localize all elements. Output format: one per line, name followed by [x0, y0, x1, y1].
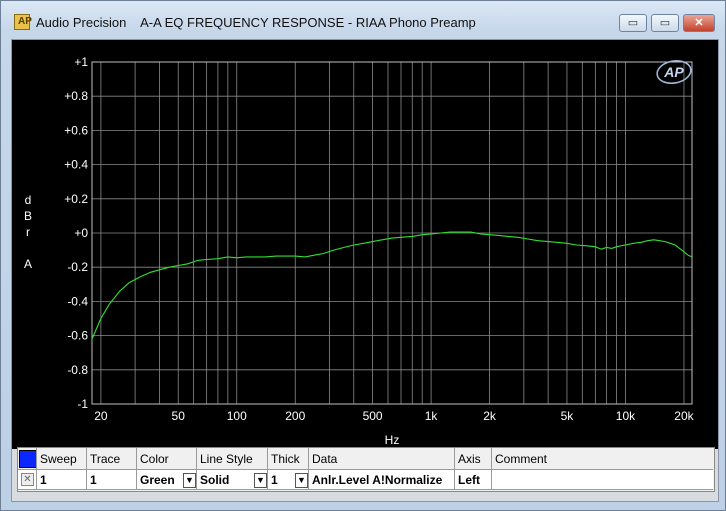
x-tick-label: 100 — [227, 409, 247, 423]
header-data[interactable]: Data — [309, 448, 455, 470]
y-tick-label: -0.6 — [67, 329, 88, 343]
y-tick-label: -0.8 — [67, 363, 88, 377]
header-thick[interactable]: Thick — [268, 448, 309, 470]
y-tick-label: +0.6 — [64, 123, 88, 137]
x-tick-label: 2k — [483, 409, 497, 423]
frequency-response-chart[interactable]: +1 +0.8 +0.6 +0.4 +0.2 +0 -0.2 -0.4 -0.6 -0.8 -1 2… — [12, 40, 718, 449]
close-icon: ✕ — [694, 17, 704, 29]
maximize-button[interactable]: ▭ — [651, 14, 679, 32]
y-tick-label: +0.4 — [64, 158, 88, 172]
header-color[interactable]: Color — [137, 448, 197, 470]
header-trace[interactable]: Trace — [87, 448, 137, 470]
y-axis-label: dBr A — [24, 193, 32, 271]
x-tick-label: 500 — [363, 409, 383, 423]
cell-data[interactable]: Anlr.Level A!Normalize — [309, 470, 455, 490]
x-tick-label: 200 — [285, 409, 305, 423]
y-axis-label-letter: r — [26, 225, 30, 239]
cell-sweep[interactable]: 1 — [37, 470, 87, 490]
minimize-icon: ▭ — [627, 17, 639, 29]
graph-title: A-A EQ FREQUENCY RESPONSE - RIAA Phono P… — [140, 15, 476, 30]
thick-dropdown-icon[interactable]: ▼ — [295, 473, 308, 488]
graph-client-area: +1 +0.8 +0.6 +0.4 +0.2 +0 -0.2 -0.4 -0.6 -0.8 -1 2… — [11, 39, 719, 502]
x-tick-label: 1k — [425, 409, 439, 423]
y-tick-label: -0.4 — [67, 294, 88, 308]
line-style-dropdown-icon[interactable]: ▼ — [254, 473, 267, 488]
y-tick-label: +1 — [74, 55, 88, 69]
app-logo-icon: AP — [14, 14, 32, 30]
app-window: AP Audio Precision A-A EQ FREQUENCY RESP… — [0, 0, 726, 511]
header-sweep[interactable]: Sweep — [37, 448, 87, 470]
cell-comment[interactable] — [492, 470, 713, 490]
close-button[interactable]: ✕ — [683, 14, 715, 32]
row-enable-checkbox[interactable]: ✕ — [21, 473, 34, 486]
y-tick-label: +0.2 — [64, 192, 88, 206]
header-axis[interactable]: Axis — [455, 448, 492, 470]
window-title: Audio Precision A-A EQ FREQUENCY RESPONS… — [36, 15, 476, 30]
x-tick-label: 10k — [616, 409, 636, 423]
chart-grid — [91, 61, 693, 405]
minimize-button[interactable]: ▭ — [619, 14, 647, 32]
color-swatch-header — [18, 448, 37, 470]
x-tick-label: 5k — [561, 409, 575, 423]
cell-trace[interactable]: 1 — [87, 470, 137, 490]
y-axis-label-letter: A — [24, 257, 32, 271]
x-axis-tick-labels: 20 50 100 200 500 1k 2k 5k 10k 20k — [94, 409, 694, 423]
title-bar[interactable]: AP Audio Precision A-A EQ FREQUENCY RESP… — [1, 1, 725, 35]
y-axis-label-letter: d — [25, 193, 32, 207]
trace-table: Sweep Trace Color Line Style Thick Data … — [17, 447, 715, 492]
x-axis-label: Hz — [385, 433, 400, 447]
chart-series — [91, 231, 693, 340]
y-tick-label: -1 — [77, 397, 88, 411]
y-tick-label: -0.2 — [67, 260, 88, 274]
x-tick-label: 20k — [674, 409, 694, 423]
x-tick-label: 50 — [172, 409, 186, 423]
color-dropdown-icon[interactable]: ▼ — [183, 473, 196, 488]
cell-axis[interactable]: Left — [455, 470, 492, 490]
app-name: Audio Precision — [36, 15, 127, 30]
x-tick-label: 20 — [94, 409, 108, 423]
header-comment[interactable]: Comment — [492, 448, 713, 470]
y-tick-label: +0 — [74, 226, 88, 240]
blue-swatch-icon — [19, 450, 36, 468]
y-axis-label-letter: B — [24, 209, 32, 223]
y-axis-tick-labels: +1 +0.8 +0.6 +0.4 +0.2 +0 -0.2 -0.4 -0.6 -0.8 -1 — [64, 55, 88, 411]
header-line-style[interactable]: Line Style — [197, 448, 268, 470]
svg-text:AP: AP — [663, 64, 684, 80]
response-trace-line — [91, 231, 693, 340]
y-tick-label: +0.8 — [64, 89, 88, 103]
maximize-icon: ▭ — [659, 17, 671, 29]
